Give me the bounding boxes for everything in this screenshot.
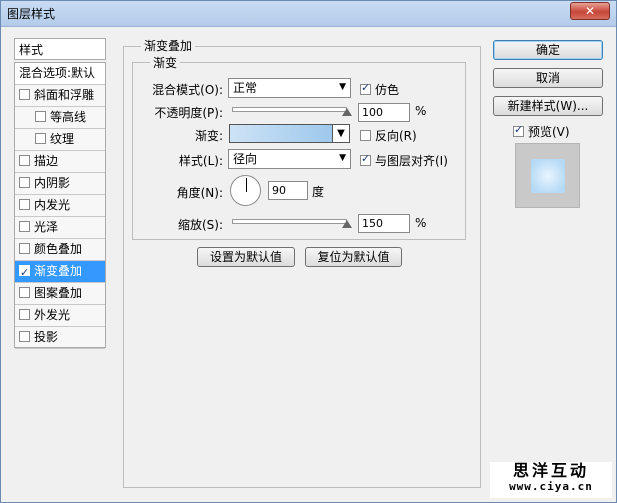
checkbox-icon[interactable] bbox=[19, 177, 30, 188]
dither-label: 仿色 bbox=[375, 83, 400, 97]
style-list-item[interactable]: 渐变叠加 bbox=[15, 261, 105, 283]
style-list-item[interactable]: 投影 bbox=[15, 327, 105, 349]
style-list-header[interactable]: 样式 bbox=[14, 38, 106, 60]
cancel-button[interactable]: 取消 bbox=[493, 68, 603, 88]
style-list-item-label: 内发光 bbox=[34, 198, 71, 212]
style-list-item[interactable]: 斜面和浮雕 bbox=[15, 85, 105, 107]
style-select[interactable]: 径向 ▼ bbox=[228, 149, 351, 169]
scale-input[interactable]: 150 bbox=[358, 214, 410, 233]
checkbox-icon bbox=[360, 152, 371, 166]
gradient-overlay-title: 渐变叠加 bbox=[141, 37, 196, 54]
style-list-item-label: 等高线 bbox=[50, 110, 87, 124]
style-list-item[interactable]: 内发光 bbox=[15, 195, 105, 217]
blend-mode-select[interactable]: 正常 ▼ bbox=[228, 78, 351, 98]
set-default-button[interactable]: 设置为默认值 bbox=[197, 247, 295, 267]
close-button[interactable]: ✕ bbox=[570, 2, 610, 20]
style-list-item-label: 光泽 bbox=[34, 220, 59, 234]
style-preview-thumbnail bbox=[515, 143, 580, 208]
checkbox-icon[interactable] bbox=[35, 133, 46, 144]
style-list-item-label: 外发光 bbox=[34, 308, 71, 322]
dither-checkbox[interactable]: 仿色 bbox=[360, 81, 399, 98]
preview-swatch bbox=[531, 159, 565, 193]
align-with-layer-label: 与图层对齐(I) bbox=[375, 154, 448, 168]
style-list-item-label: 描边 bbox=[34, 154, 59, 168]
gradient-label: 渐变: bbox=[194, 129, 223, 143]
watermark-main: 思洋互动 bbox=[512, 461, 589, 480]
opacity-percent: % bbox=[415, 104, 427, 118]
angle-needle bbox=[246, 178, 247, 192]
opacity-input[interactable]: 100 bbox=[358, 103, 410, 122]
style-label: 样式(L): bbox=[178, 154, 223, 168]
checkbox-icon bbox=[513, 123, 524, 137]
gradient-preview[interactable] bbox=[229, 124, 333, 143]
title-bar: 图层样式 ✕ bbox=[1, 1, 616, 27]
style-list-item[interactable]: 光泽 bbox=[15, 217, 105, 239]
window-title: 图层样式 bbox=[7, 7, 56, 21]
style-list-item-label: 投影 bbox=[34, 330, 59, 344]
style-list-item-label: 颜色叠加 bbox=[34, 242, 83, 256]
scale-label: 缩放(S): bbox=[177, 218, 223, 232]
style-list-item-label: 渐变叠加 bbox=[34, 264, 83, 278]
checkbox-icon[interactable] bbox=[19, 155, 30, 166]
scale-slider-thumb[interactable] bbox=[342, 220, 352, 228]
style-value: 径向 bbox=[233, 152, 258, 166]
style-list-item[interactable]: 等高线 bbox=[15, 107, 105, 129]
blend-options-item[interactable]: 混合选项:默认 bbox=[15, 63, 105, 85]
style-list-item[interactable]: 内阴影 bbox=[15, 173, 105, 195]
checkbox-icon[interactable] bbox=[19, 243, 30, 254]
style-list-item-label: 图案叠加 bbox=[34, 286, 83, 300]
opacity-slider[interactable] bbox=[232, 107, 347, 112]
chevron-down-icon: ▼ bbox=[339, 82, 346, 92]
reverse-checkbox[interactable]: 反向(R) bbox=[360, 127, 417, 144]
blend-mode-label: 混合模式(O): bbox=[152, 83, 223, 97]
checkbox-icon[interactable] bbox=[19, 199, 30, 210]
style-list-item-label: 纹理 bbox=[50, 132, 75, 146]
checkbox-icon[interactable] bbox=[19, 331, 30, 342]
checkbox-icon[interactable] bbox=[19, 287, 30, 298]
new-style-button[interactable]: 新建样式(W)... bbox=[493, 96, 603, 116]
angle-dial-icon[interactable] bbox=[230, 175, 261, 206]
scale-slider[interactable] bbox=[232, 219, 347, 224]
style-list-item[interactable]: 纹理 bbox=[15, 129, 105, 151]
angle-unit: 度 bbox=[312, 185, 325, 199]
opacity-label: 不透明度(P): bbox=[154, 106, 223, 120]
scale-percent: % bbox=[415, 216, 427, 230]
checkbox-icon[interactable] bbox=[19, 262, 30, 282]
chevron-down-icon: ▼ bbox=[339, 153, 346, 163]
checkbox-icon[interactable] bbox=[19, 309, 30, 320]
gradient-group-title: 渐变 bbox=[150, 54, 181, 71]
checkbox-icon[interactable] bbox=[35, 111, 46, 122]
checkbox-icon bbox=[360, 130, 371, 141]
preview-label: 预览(V) bbox=[528, 125, 570, 139]
checkbox-icon bbox=[360, 81, 371, 95]
blend-mode-value: 正常 bbox=[233, 81, 258, 95]
gradient-picker-icon[interactable]: ▼ bbox=[332, 124, 350, 143]
reverse-label: 反向(R) bbox=[375, 129, 417, 143]
watermark-sub: www.ciya.cn bbox=[509, 480, 593, 493]
preview-checkbox[interactable]: 预览(V) bbox=[513, 123, 570, 140]
angle-label: 角度(N): bbox=[176, 186, 223, 200]
style-list-box: 混合选项:默认 斜面和浮雕等高线纹理描边内阴影内发光光泽颜色叠加渐变叠加图案叠加… bbox=[14, 62, 106, 349]
watermark-logo: 思洋互动 www.ciya.cn bbox=[490, 462, 612, 498]
style-list-item-label: 斜面和浮雕 bbox=[34, 88, 95, 102]
style-list: 样式 混合选项:默认 斜面和浮雕等高线纹理描边内阴影内发光光泽颜色叠加渐变叠加图… bbox=[14, 38, 106, 503]
opacity-slider-thumb[interactable] bbox=[342, 108, 352, 116]
ok-button[interactable]: 确定 bbox=[493, 40, 603, 60]
align-with-layer-checkbox[interactable]: 与图层对齐(I) bbox=[360, 152, 448, 169]
angle-input[interactable]: 90 bbox=[268, 181, 308, 200]
style-list-item[interactable]: 描边 bbox=[15, 151, 105, 173]
style-list-item[interactable]: 图案叠加 bbox=[15, 283, 105, 305]
style-list-item[interactable]: 外发光 bbox=[15, 305, 105, 327]
checkbox-icon[interactable] bbox=[19, 89, 30, 100]
reset-default-button[interactable]: 复位为默认值 bbox=[305, 247, 402, 267]
style-list-item-label: 内阴影 bbox=[34, 176, 71, 190]
checkbox-icon[interactable] bbox=[19, 221, 30, 232]
style-list-item[interactable]: 颜色叠加 bbox=[15, 239, 105, 261]
